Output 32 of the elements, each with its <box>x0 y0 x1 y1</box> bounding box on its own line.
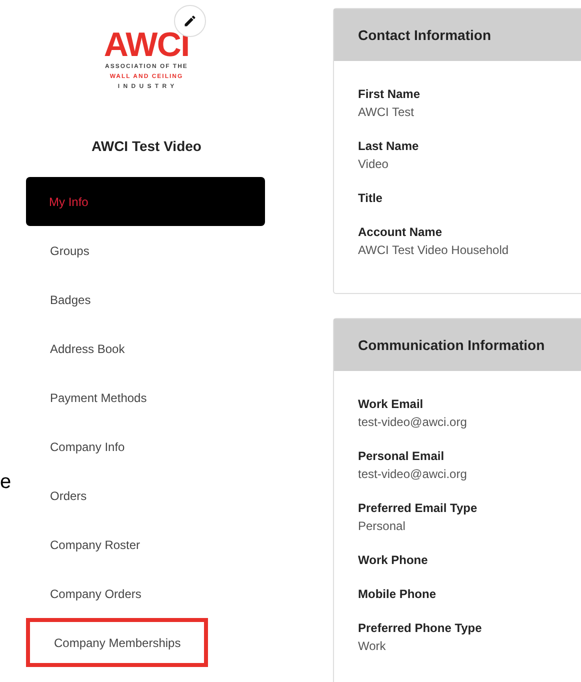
field-label: Title <box>358 190 384 207</box>
nav-item[interactable]: Orders <box>26 471 265 520</box>
field-label: Last Name <box>358 138 420 155</box>
field-label: Account Name <box>358 224 444 241</box>
nav-item[interactable]: Payment Methods <box>26 373 265 422</box>
field-value: Work <box>358 638 387 655</box>
nav-item[interactable]: Company Memberships <box>26 618 208 667</box>
field-label: Personal Email <box>358 448 446 465</box>
field-label: Mobile Phone <box>358 586 437 603</box>
field-value: AWCI Test Video Household <box>358 242 510 259</box>
nav-item[interactable]: My Info <box>26 177 265 226</box>
field-value: Video <box>358 156 390 173</box>
nav-item[interactable]: Company Roster <box>26 520 265 569</box>
nav-item[interactable]: Address Book <box>26 324 265 373</box>
field-value: Personal <box>358 518 406 535</box>
overlay-text: e <box>0 470 12 494</box>
nav-item[interactable]: Company Info <box>26 422 265 471</box>
card-title: Contact Information <box>358 26 491 44</box>
nav-item[interactable]: Company Orders <box>26 569 265 618</box>
field-value: test-video@awci.org <box>358 466 468 483</box>
nav-item[interactable]: Badges <box>26 275 265 324</box>
field-value: AWCI Test <box>358 104 416 121</box>
field-label: Work Phone <box>358 552 429 569</box>
field-label: Preferred Phone Type <box>358 620 483 637</box>
card-title: Communication Information <box>358 336 545 354</box>
field-label: First Name <box>358 86 422 103</box>
nav-item[interactable]: Groups <box>26 226 265 275</box>
field-label: Preferred Email Type <box>358 500 478 517</box>
field-value: test-video@awci.org <box>358 414 468 431</box>
profile-name: AWCI Test Video <box>92 137 202 156</box>
pencil-icon <box>183 14 197 28</box>
field-label: Work Email <box>358 396 424 413</box>
